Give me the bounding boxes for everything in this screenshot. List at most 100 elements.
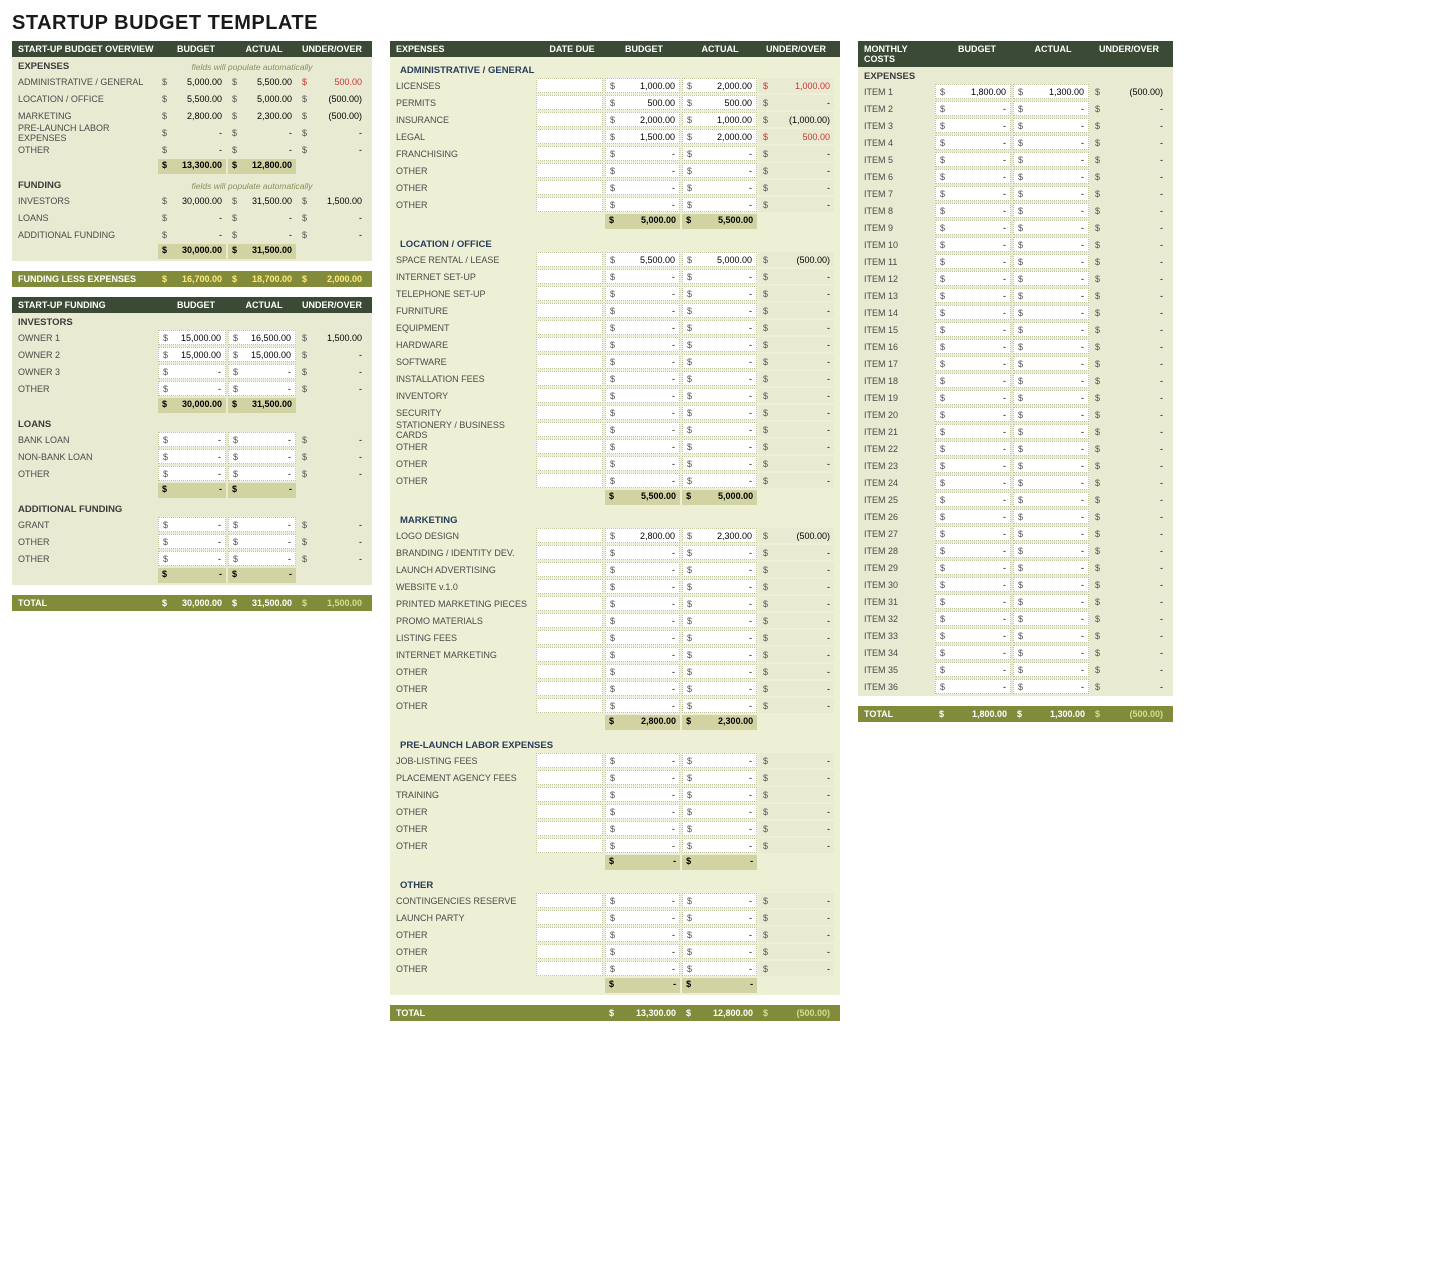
- date-cell[interactable]: [536, 180, 603, 195]
- actual-cell[interactable]: $-: [682, 562, 757, 577]
- budget-cell[interactable]: $-: [935, 254, 1011, 269]
- actual-cell[interactable]: $-: [682, 698, 757, 713]
- date-cell[interactable]: [536, 838, 603, 853]
- actual-cell[interactable]: $-: [682, 753, 757, 768]
- budget-cell[interactable]: $2,000.00: [605, 112, 680, 127]
- budget-cell[interactable]: $-: [935, 203, 1011, 218]
- actual-cell[interactable]: $-: [228, 449, 296, 464]
- budget-cell[interactable]: $-: [935, 305, 1011, 320]
- actual-cell[interactable]: $-: [682, 596, 757, 611]
- budget-cell[interactable]: $-: [605, 286, 680, 301]
- actual-cell[interactable]: $-: [228, 466, 296, 481]
- actual-cell[interactable]: $-: [1013, 424, 1089, 439]
- budget-cell[interactable]: $-: [158, 364, 226, 379]
- budget-cell[interactable]: $-: [605, 197, 680, 212]
- actual-cell[interactable]: $-: [1013, 339, 1089, 354]
- budget-cell[interactable]: $-: [935, 458, 1011, 473]
- actual-cell[interactable]: $-: [1013, 543, 1089, 558]
- budget-cell[interactable]: $-: [605, 456, 680, 471]
- actual-cell[interactable]: $-: [1013, 203, 1089, 218]
- date-cell[interactable]: [536, 545, 603, 560]
- budget-cell[interactable]: $-: [935, 560, 1011, 575]
- date-cell[interactable]: [536, 698, 603, 713]
- budget-cell[interactable]: $-: [605, 337, 680, 352]
- budget-cell[interactable]: $-: [605, 596, 680, 611]
- date-cell[interactable]: [536, 439, 603, 454]
- actual-cell[interactable]: $-: [1013, 373, 1089, 388]
- date-cell[interactable]: [536, 893, 603, 908]
- actual-cell[interactable]: $-: [1013, 458, 1089, 473]
- budget-cell[interactable]: $-: [605, 961, 680, 976]
- date-cell[interactable]: [536, 405, 603, 420]
- actual-cell[interactable]: $-: [682, 664, 757, 679]
- budget-cell[interactable]: $-: [158, 432, 226, 447]
- actual-cell[interactable]: $2,300.00: [682, 528, 757, 543]
- date-cell[interactable]: [536, 528, 603, 543]
- budget-cell[interactable]: $-: [935, 645, 1011, 660]
- actual-cell[interactable]: $-: [682, 838, 757, 853]
- budget-cell[interactable]: $-: [935, 577, 1011, 592]
- actual-cell[interactable]: $-: [1013, 356, 1089, 371]
- actual-cell[interactable]: $-: [682, 337, 757, 352]
- budget-cell[interactable]: $-: [935, 322, 1011, 337]
- actual-cell[interactable]: $-: [682, 770, 757, 785]
- budget-cell[interactable]: $-: [605, 613, 680, 628]
- budget-cell[interactable]: $-: [935, 152, 1011, 167]
- actual-cell[interactable]: $-: [682, 163, 757, 178]
- date-cell[interactable]: [536, 252, 603, 267]
- date-cell[interactable]: [536, 129, 603, 144]
- actual-cell[interactable]: $-: [682, 681, 757, 696]
- actual-cell[interactable]: $-: [1013, 169, 1089, 184]
- actual-cell[interactable]: $2,000.00: [682, 78, 757, 93]
- date-cell[interactable]: [536, 286, 603, 301]
- budget-cell[interactable]: $-: [935, 407, 1011, 422]
- date-cell[interactable]: [536, 95, 603, 110]
- actual-cell[interactable]: $-: [1013, 611, 1089, 626]
- date-cell[interactable]: [536, 78, 603, 93]
- budget-cell[interactable]: $15,000.00: [158, 347, 226, 362]
- actual-cell[interactable]: $-: [1013, 186, 1089, 201]
- actual-cell[interactable]: $-: [1013, 475, 1089, 490]
- budget-cell[interactable]: $-: [605, 664, 680, 679]
- date-cell[interactable]: [536, 753, 603, 768]
- actual-cell[interactable]: $-: [682, 456, 757, 471]
- budget-cell[interactable]: $2,800.00: [605, 528, 680, 543]
- budget-cell[interactable]: $-: [935, 118, 1011, 133]
- budget-cell[interactable]: $-: [605, 180, 680, 195]
- budget-cell[interactable]: $-: [935, 373, 1011, 388]
- budget-cell[interactable]: $-: [935, 220, 1011, 235]
- date-cell[interactable]: [536, 371, 603, 386]
- date-cell[interactable]: [536, 681, 603, 696]
- actual-cell[interactable]: $-: [682, 405, 757, 420]
- date-cell[interactable]: [536, 146, 603, 161]
- budget-cell[interactable]: $-: [605, 944, 680, 959]
- budget-cell[interactable]: $-: [605, 422, 680, 437]
- actual-cell[interactable]: $-: [682, 354, 757, 369]
- actual-cell[interactable]: $-: [1013, 628, 1089, 643]
- actual-cell[interactable]: $-: [1013, 101, 1089, 116]
- budget-cell[interactable]: $-: [605, 163, 680, 178]
- actual-cell[interactable]: $-: [682, 613, 757, 628]
- date-cell[interactable]: [536, 320, 603, 335]
- actual-cell[interactable]: $-: [1013, 679, 1089, 694]
- budget-cell[interactable]: $-: [935, 424, 1011, 439]
- budget-cell[interactable]: $-: [605, 545, 680, 560]
- actual-cell[interactable]: $-: [682, 473, 757, 488]
- budget-cell[interactable]: $-: [158, 466, 226, 481]
- date-cell[interactable]: [536, 944, 603, 959]
- date-cell[interactable]: [536, 927, 603, 942]
- actual-cell[interactable]: $16,500.00: [228, 330, 296, 345]
- budget-cell[interactable]: $-: [935, 390, 1011, 405]
- actual-cell[interactable]: $-: [228, 551, 296, 566]
- actual-cell[interactable]: $-: [1013, 118, 1089, 133]
- budget-cell[interactable]: $-: [935, 169, 1011, 184]
- budget-cell[interactable]: $-: [605, 320, 680, 335]
- date-cell[interactable]: [536, 337, 603, 352]
- budget-cell[interactable]: $-: [935, 101, 1011, 116]
- date-cell[interactable]: [536, 579, 603, 594]
- budget-cell[interactable]: $-: [935, 611, 1011, 626]
- budget-cell[interactable]: $-: [605, 681, 680, 696]
- budget-cell[interactable]: $-: [605, 303, 680, 318]
- actual-cell[interactable]: $5,000.00: [682, 252, 757, 267]
- actual-cell[interactable]: $-: [682, 269, 757, 284]
